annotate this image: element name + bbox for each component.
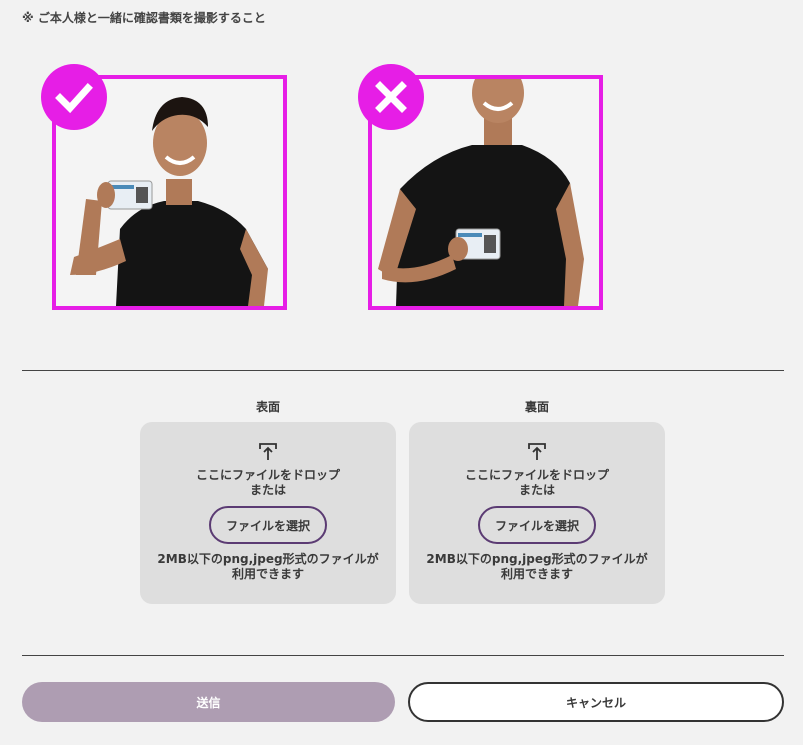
good-badge xyxy=(41,64,107,130)
front-hint-line1: 2MB以下のpng,jpeg形式のファイルが xyxy=(157,552,379,566)
front-file-hint: 2MB以下のpng,jpeg形式のファイルが 利用できます xyxy=(140,552,396,582)
bad-badge xyxy=(358,64,424,130)
front-side-label: 表面 xyxy=(255,400,280,414)
back-hint-line1: 2MB以下のpng,jpeg形式のファイルが xyxy=(426,552,648,566)
back-hint-line2: 利用できます xyxy=(500,567,573,581)
upload-icon xyxy=(259,443,277,460)
back-drop-line1: ここにファイルをドロップ xyxy=(464,468,609,482)
cancel-button[interactable]: キャンセル xyxy=(408,682,784,722)
front-drop-line2: または xyxy=(249,483,286,497)
divider-top xyxy=(22,370,784,371)
upload-icon xyxy=(528,443,546,460)
back-side-label: 裏面 xyxy=(524,400,549,414)
divider-bottom xyxy=(22,655,784,656)
front-dropzone[interactable]: ここにファイルをドロップ または ファイルを選択 2MB以下のpng,jpeg形… xyxy=(140,422,396,604)
front-select-file-button[interactable]: ファイルを選択 xyxy=(209,506,327,544)
back-dropzone[interactable]: ここにファイルをドロップ または ファイルを選択 2MB以下のpng,jpeg形… xyxy=(409,422,665,604)
submit-button[interactable]: 送信 xyxy=(22,682,395,722)
front-hint-line2: 利用できます xyxy=(231,567,304,581)
back-drop-text: ここにファイルをドロップ または xyxy=(409,468,665,498)
front-drop-line1: ここにファイルをドロップ xyxy=(195,468,340,482)
back-select-file-button[interactable]: ファイルを選択 xyxy=(478,506,596,544)
cross-icon xyxy=(375,81,407,113)
back-file-hint: 2MB以下のpng,jpeg形式のファイルが 利用できます xyxy=(409,552,665,582)
check-icon xyxy=(55,83,93,114)
id-upload-page: ※ ご本人様と一緒に確認書類を撮影すること 表面 ここにファイルをドロップ また… xyxy=(0,0,803,745)
front-drop-text: ここにファイルをドロップ または xyxy=(140,468,396,498)
instruction-notice: ※ ご本人様と一緒に確認書類を撮影すること xyxy=(22,11,266,25)
back-drop-line2: または xyxy=(518,483,555,497)
